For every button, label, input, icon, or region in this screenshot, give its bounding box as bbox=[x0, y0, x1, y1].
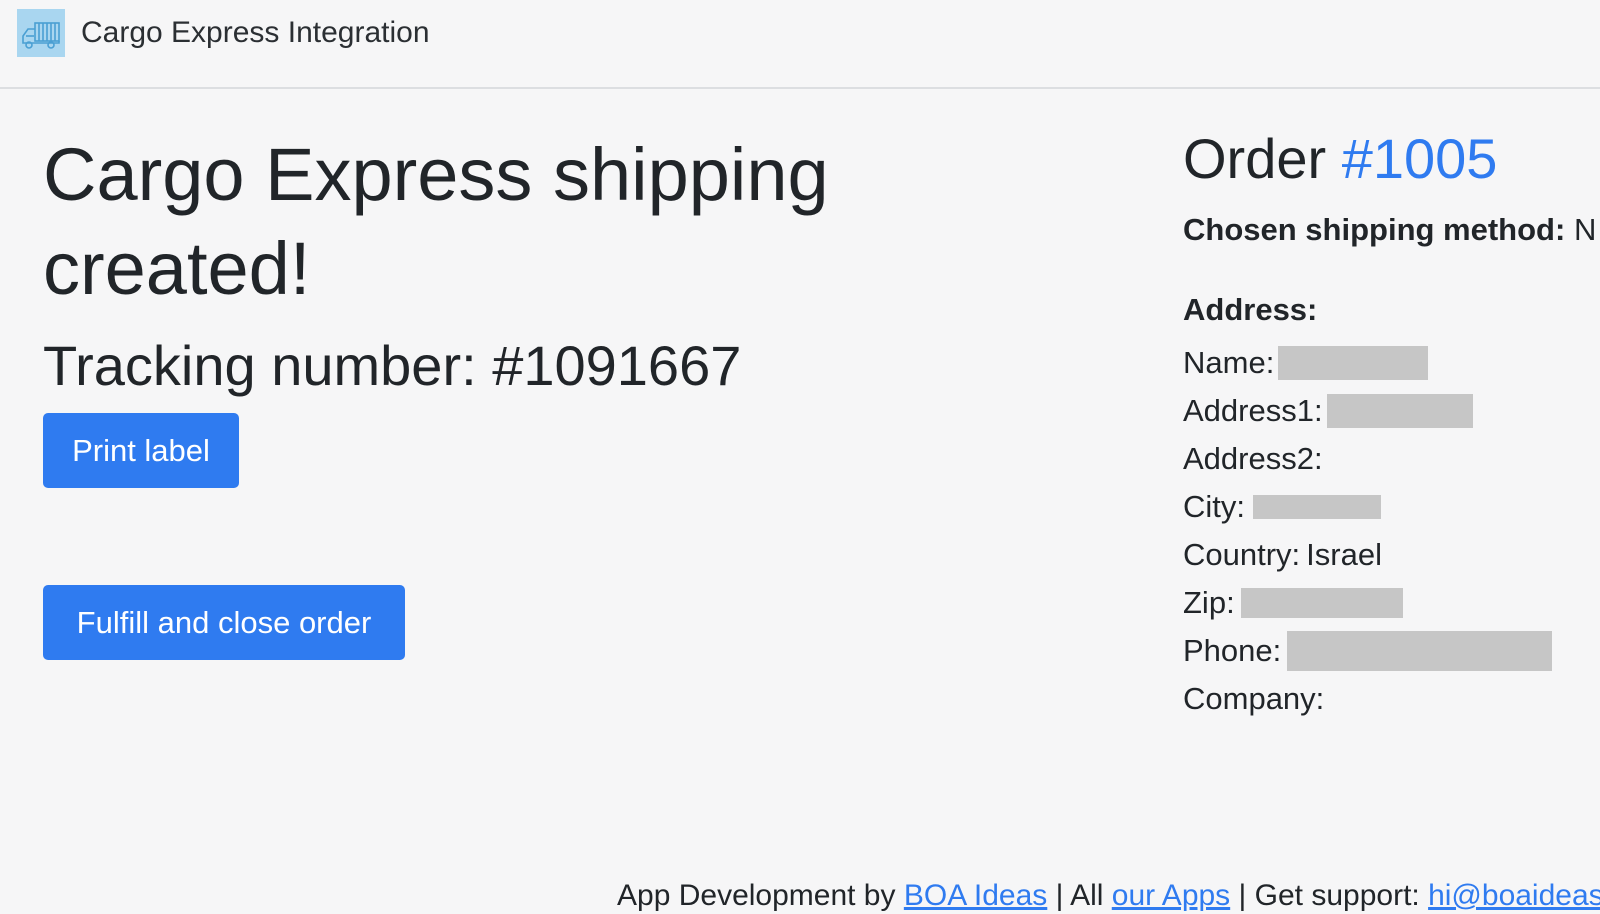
footer-separator-2: | Get support: bbox=[1230, 879, 1429, 912]
address-address1-row: Address1: bbox=[1183, 387, 1593, 435]
order-title: Order #1005 bbox=[1183, 126, 1497, 192]
address-name-row: Name: bbox=[1183, 339, 1593, 387]
address-address2-row: Address2: bbox=[1183, 435, 1593, 483]
our-apps-link[interactable]: our Apps bbox=[1112, 879, 1230, 912]
shipping-method-value: N bbox=[1573, 212, 1597, 247]
order-title-prefix: Order bbox=[1183, 127, 1327, 190]
address1-label: Address1: bbox=[1183, 393, 1323, 428]
shipping-method: Chosen shipping method: N bbox=[1183, 211, 1596, 249]
name-label: Name: bbox=[1183, 345, 1275, 380]
footer-separator-1: | All bbox=[1047, 879, 1112, 912]
country-label: Country: bbox=[1183, 537, 1301, 572]
address-block: Address: Name: Address1: Address2: City:… bbox=[1183, 291, 1593, 723]
truck-icon bbox=[17, 9, 65, 57]
address2-label: Address2: bbox=[1183, 441, 1323, 476]
order-number-link[interactable]: #1005 bbox=[1342, 127, 1498, 190]
top-bar: Cargo Express Integration bbox=[0, 0, 1600, 89]
address-city-row: City: bbox=[1183, 483, 1593, 531]
footer-prefix: App Development by bbox=[617, 879, 904, 912]
app-title: Cargo Express Integration bbox=[81, 16, 430, 49]
boa-ideas-link[interactable]: BOA Ideas bbox=[904, 879, 1047, 912]
support-email-link[interactable]: hi@boaideas bbox=[1428, 879, 1600, 912]
company-label: Company: bbox=[1183, 681, 1325, 716]
zip-label: Zip: bbox=[1183, 585, 1235, 620]
tracking-number: Tracking number: #1091667 bbox=[43, 334, 742, 397]
address-phone-row: Phone: bbox=[1183, 627, 1593, 675]
country-value: Israel bbox=[1306, 537, 1382, 572]
city-redacted bbox=[1253, 495, 1381, 519]
city-label: City: bbox=[1183, 489, 1245, 524]
footer: App Development by BOA Ideas | All our A… bbox=[617, 878, 1600, 914]
name-redacted bbox=[1278, 346, 1429, 380]
phone-redacted bbox=[1287, 631, 1553, 671]
fulfill-close-order-button[interactable]: Fulfill and close order bbox=[43, 585, 405, 660]
address-company-row: Company: bbox=[1183, 675, 1593, 723]
address1-redacted bbox=[1326, 394, 1473, 428]
page-title: Cargo Express shipping created! bbox=[43, 133, 829, 310]
print-label-button[interactable]: Print label bbox=[43, 413, 239, 488]
address-heading: Address: bbox=[1183, 292, 1318, 327]
address-zip-row: Zip: bbox=[1183, 579, 1593, 627]
address-country-row: Country: Israel bbox=[1183, 531, 1593, 579]
phone-label: Phone: bbox=[1183, 633, 1282, 668]
shipping-method-label: Chosen shipping method: bbox=[1183, 212, 1566, 247]
zip-redacted bbox=[1240, 588, 1403, 618]
